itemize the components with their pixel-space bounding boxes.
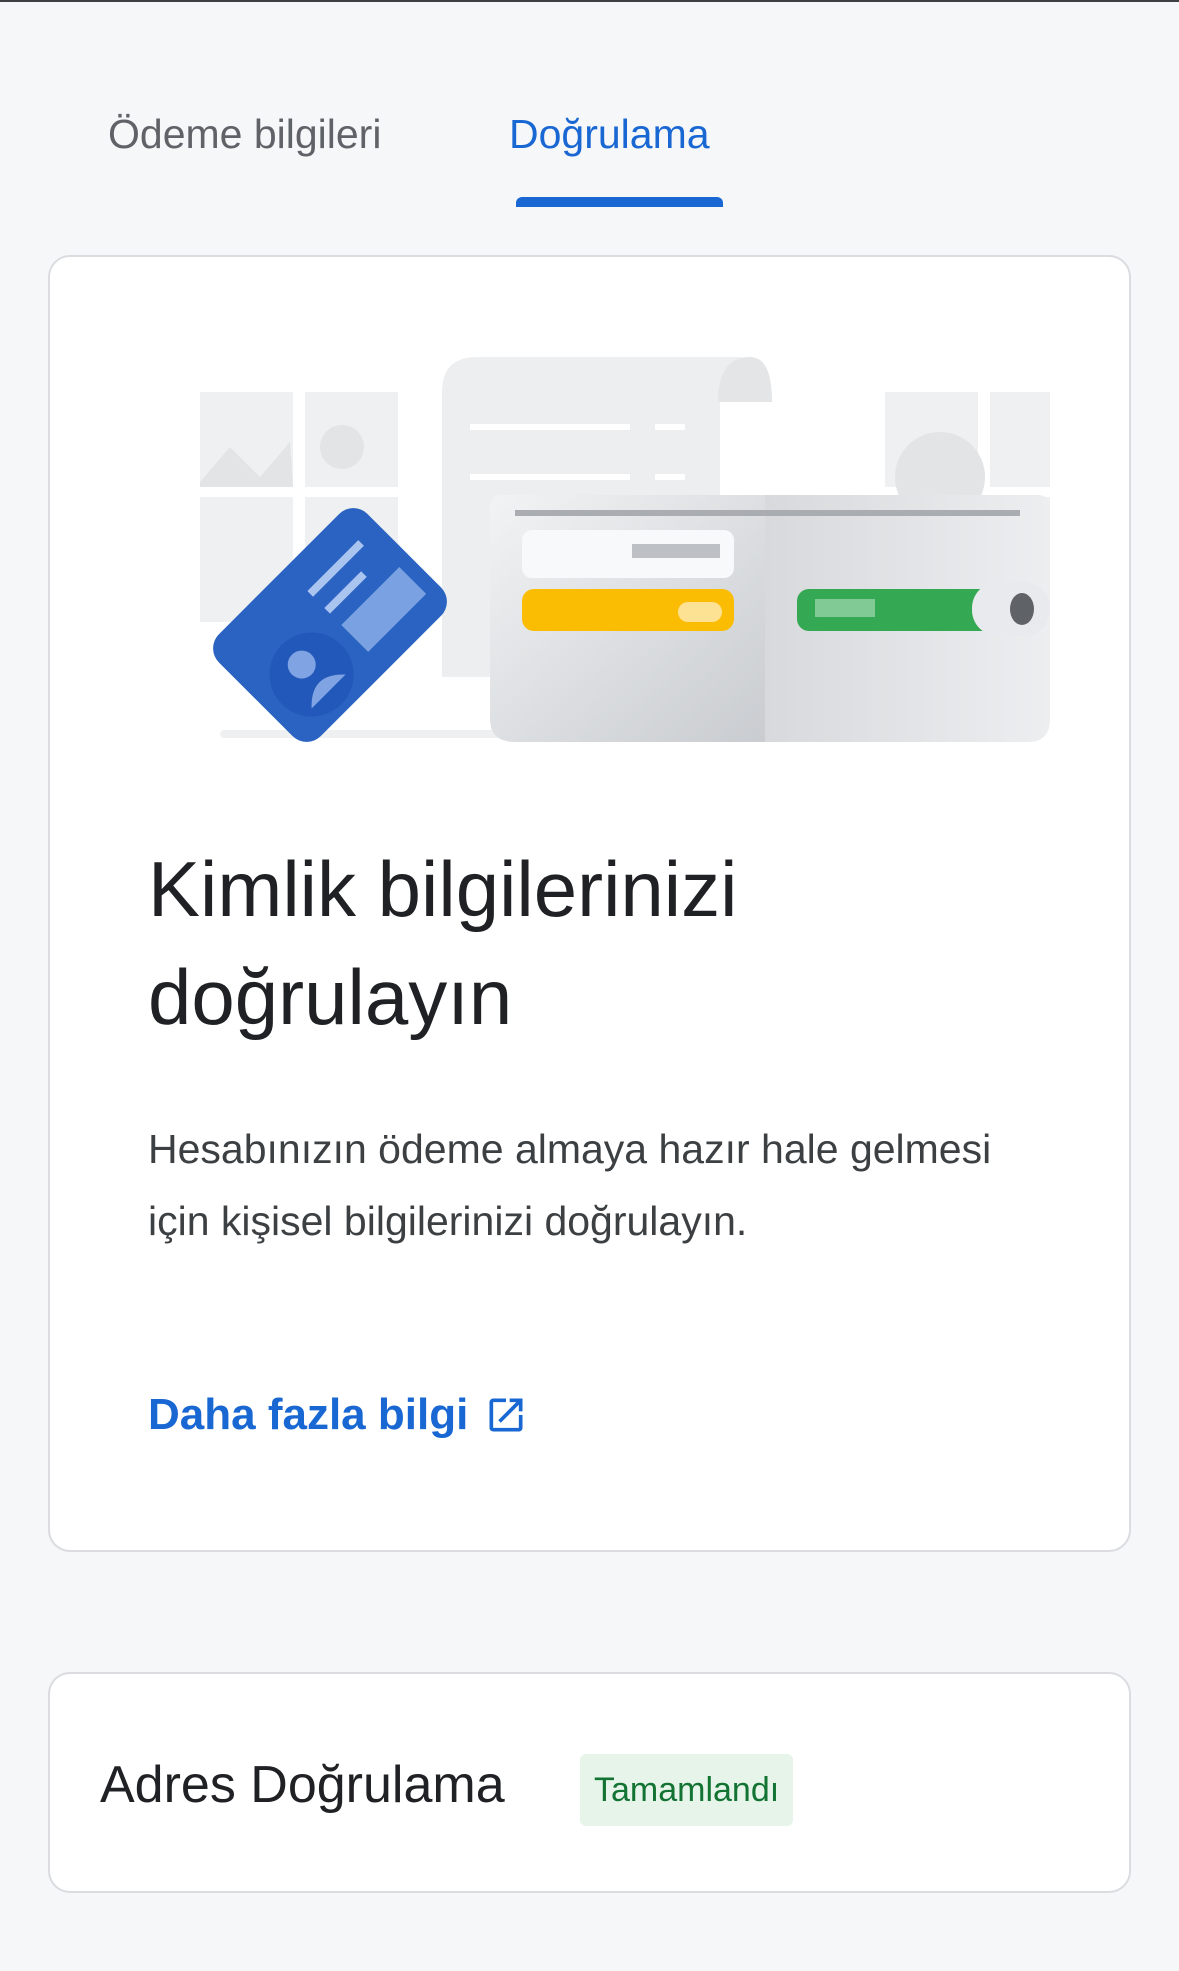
status-badge: Tamamlandı bbox=[580, 1754, 794, 1826]
tab-bar: Ödeme bilgileri Doğrulama bbox=[0, 0, 1179, 210]
learn-more-link[interactable]: Daha fazla bilgi bbox=[148, 1387, 528, 1443]
identity-verification-card: Kimlik bilgilerinizi doğrulayın Hesabını… bbox=[48, 255, 1131, 1552]
open-in-new-icon bbox=[489, 1398, 523, 1432]
active-tab-indicator bbox=[516, 197, 723, 207]
identity-title: Kimlik bilgilerinizi doğrulayın bbox=[148, 845, 738, 1041]
tab-verification[interactable]: Doğrulama bbox=[509, 108, 710, 160]
learn-more-label: Daha fazla bilgi bbox=[148, 1390, 469, 1439]
address-verification-title: Adres Doğrulama bbox=[100, 1756, 505, 1814]
tab-payment-info[interactable]: Ödeme bilgileri bbox=[108, 108, 381, 160]
address-verification-card[interactable]: Adres Doğrulama Tamamlandı bbox=[48, 1672, 1131, 1893]
wallet-illustration bbox=[200, 357, 1050, 742]
identity-description: Hesabınızın ödeme almaya hazır hale gelm… bbox=[148, 1126, 992, 1244]
